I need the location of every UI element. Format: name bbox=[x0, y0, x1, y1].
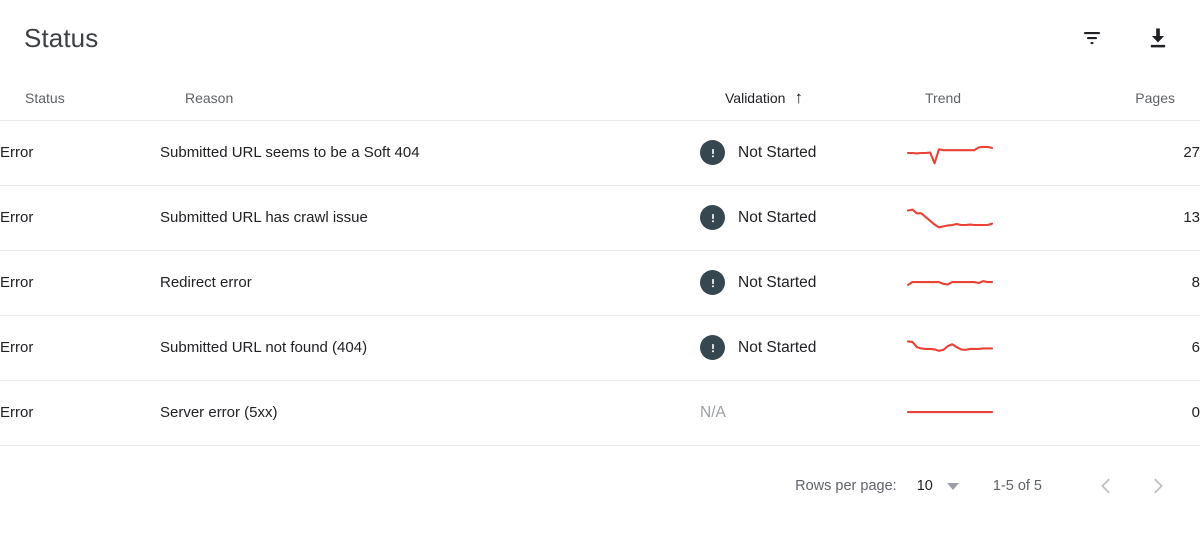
next-page-button[interactable] bbox=[1138, 466, 1178, 506]
table-row[interactable]: Error Submitted URL seems to be a Soft 40… bbox=[0, 120, 1200, 185]
cell-trend bbox=[905, 120, 1105, 185]
cell-pages: 6 bbox=[1105, 315, 1200, 380]
column-header-pages[interactable]: Pages bbox=[1105, 76, 1200, 120]
column-header-reason-label: Reason bbox=[185, 89, 234, 106]
validation-status-label: N/A bbox=[700, 403, 726, 421]
filter-icon bbox=[1080, 26, 1104, 50]
reason-text: Redirect error bbox=[160, 274, 252, 291]
status-badge: Error bbox=[0, 144, 34, 161]
cell-status: Error bbox=[0, 250, 160, 315]
not-started-icon bbox=[700, 335, 725, 360]
reason-text: Server error (5xx) bbox=[160, 404, 278, 422]
table-header-row: Status Reason Validation ↑ Trend Pages bbox=[0, 76, 1200, 120]
validation-status-label: Not Started bbox=[738, 143, 817, 161]
pages-count: 27 bbox=[1183, 144, 1200, 161]
not-started-icon bbox=[700, 270, 725, 295]
cell-validation: Not Started bbox=[700, 250, 905, 315]
header-actions bbox=[1072, 18, 1178, 58]
cell-validation: Not Started bbox=[700, 315, 905, 380]
trend-sparkline bbox=[905, 331, 1105, 365]
cell-status: Error bbox=[0, 315, 160, 380]
table-footer: Rows per page: 10 1-5 of 5 bbox=[0, 445, 1200, 526]
page-title: Status bbox=[24, 23, 99, 53]
cell-trend bbox=[905, 315, 1105, 380]
cell-trend bbox=[905, 380, 1105, 445]
column-header-validation[interactable]: Validation ↑ bbox=[700, 76, 905, 120]
column-header-reason[interactable]: Reason bbox=[160, 76, 700, 120]
reason-text: Submitted URL not found (404) bbox=[160, 339, 368, 356]
chevron-right-icon bbox=[1147, 475, 1169, 497]
trend-sparkline bbox=[905, 201, 1105, 235]
cell-trend bbox=[905, 185, 1105, 250]
table-row[interactable]: Error Submitted URL has crawl issue Not St… bbox=[0, 185, 1200, 250]
pages-count: 13 bbox=[1183, 209, 1200, 226]
table-body: Error Submitted URL seems to be a Soft 40… bbox=[0, 120, 1200, 445]
cell-pages: 13 bbox=[1105, 185, 1200, 250]
validation-status-label: Not Started bbox=[738, 208, 817, 226]
not-started-icon bbox=[700, 140, 725, 165]
table-header: Status Reason Validation ↑ Trend Pages bbox=[0, 76, 1200, 120]
table-row[interactable]: Error Redirect error Not Started 8 bbox=[0, 250, 1200, 315]
cell-reason: Server error (5xx) bbox=[160, 380, 700, 445]
cell-trend bbox=[905, 250, 1105, 315]
status-badge: Error bbox=[0, 209, 34, 226]
status-badge: Error bbox=[0, 339, 34, 356]
sort-ascending-icon: ↑ bbox=[794, 88, 803, 108]
reason-text: Submitted URL seems to be a Soft 404 bbox=[160, 144, 420, 161]
status-badge: Error bbox=[0, 404, 34, 422]
cell-status: Error bbox=[0, 185, 160, 250]
column-header-validation-label: Validation bbox=[725, 89, 786, 106]
page-header: Status bbox=[0, 0, 1200, 76]
cell-status: Error bbox=[0, 120, 160, 185]
trend-sparkline bbox=[905, 266, 1105, 300]
rows-per-page-select[interactable]: 10 bbox=[917, 478, 959, 494]
cell-reason: Submitted URL seems to be a Soft 404 bbox=[160, 120, 700, 185]
pages-count: 8 bbox=[1191, 274, 1200, 291]
cell-reason: Redirect error bbox=[160, 250, 700, 315]
reason-text: Submitted URL has crawl issue bbox=[160, 209, 368, 226]
pages-count: 0 bbox=[1191, 404, 1200, 422]
validation-status-label: Not Started bbox=[738, 273, 817, 291]
cell-pages: 0 bbox=[1105, 380, 1200, 445]
cell-pages: 8 bbox=[1105, 250, 1200, 315]
chevron-down-icon bbox=[946, 482, 959, 490]
filter-button[interactable] bbox=[1072, 18, 1112, 58]
table-row[interactable]: Error Server error (5xx) N/A 0 bbox=[0, 380, 1200, 445]
table-row[interactable]: Error Submitted URL not found (404) Not St… bbox=[0, 315, 1200, 380]
column-header-trend[interactable]: Trend bbox=[905, 76, 1105, 120]
cell-status: Error bbox=[0, 380, 160, 445]
trend-sparkline bbox=[905, 136, 1105, 170]
chevron-left-icon bbox=[1095, 475, 1117, 497]
not-started-icon bbox=[700, 205, 725, 230]
previous-page-button[interactable] bbox=[1086, 466, 1126, 506]
trend-sparkline bbox=[905, 396, 1105, 430]
rows-per-page-label: Rows per page: bbox=[795, 478, 897, 494]
validation-status-label: Not Started bbox=[738, 338, 817, 356]
cell-reason: Submitted URL not found (404) bbox=[160, 315, 700, 380]
status-badge: Error bbox=[0, 274, 34, 291]
cell-validation: Not Started bbox=[700, 120, 905, 185]
status-table: Status Reason Validation ↑ Trend Pages E… bbox=[0, 76, 1200, 445]
cell-pages: 27 bbox=[1105, 120, 1200, 185]
cell-validation: Not Started bbox=[700, 185, 905, 250]
download-icon bbox=[1145, 25, 1171, 51]
column-header-trend-label: Trend bbox=[925, 89, 962, 106]
column-header-status[interactable]: Status bbox=[0, 76, 160, 120]
column-header-status-label: Status bbox=[25, 89, 65, 106]
cell-validation: N/A bbox=[700, 380, 905, 445]
status-page: Status Status Reason Validation ↑ Trend … bbox=[0, 0, 1200, 546]
rows-per-page-value: 10 bbox=[916, 478, 933, 494]
pages-count: 6 bbox=[1191, 339, 1200, 356]
cell-reason: Submitted URL has crawl issue bbox=[160, 185, 700, 250]
pagination-range: 1-5 of 5 bbox=[992, 478, 1042, 494]
column-header-pages-label: Pages bbox=[1135, 89, 1175, 106]
download-button[interactable] bbox=[1138, 18, 1178, 58]
